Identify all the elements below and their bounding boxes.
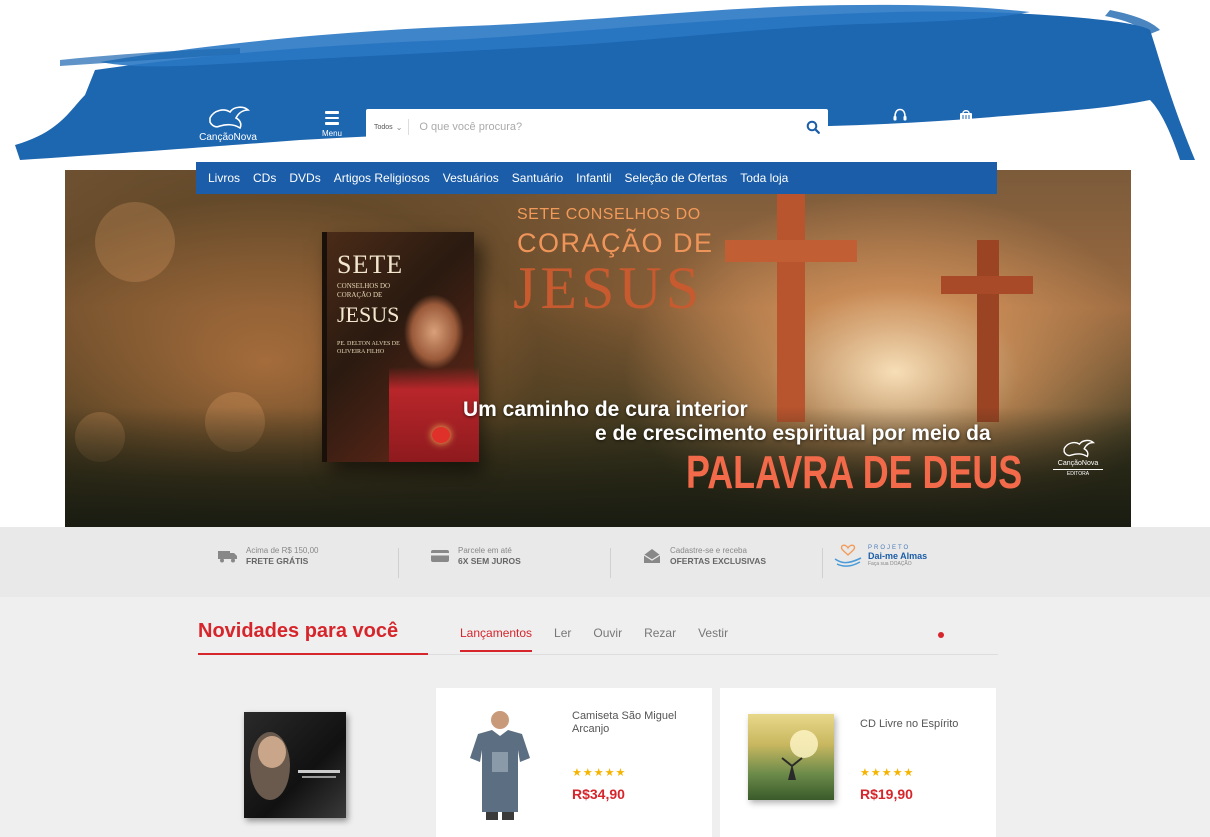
dove-logo-icon (209, 106, 250, 130)
envelope-icon (643, 549, 661, 563)
tab-ouvir[interactable]: Ouvir (593, 626, 622, 652)
bokeh-light (205, 392, 265, 452)
benefits-strip (0, 527, 1210, 597)
section-title-underline (198, 653, 428, 655)
search-category-value: Todos (374, 123, 393, 131)
benefit-3-highlight: OFERTAS EXCLUSIVAS (670, 556, 767, 566)
product-image-shirt[interactable] (464, 706, 536, 822)
book-author: PE. DELTON ALVES DE OLIVEIRA FILHO (337, 341, 400, 355)
sacred-heart-icon (432, 427, 450, 443)
headset-icon (893, 108, 907, 121)
benefit-offers[interactable]: Cadastre-se e receba OFERTAS EXCLUSIVAS (642, 545, 766, 567)
truck-icon (218, 551, 237, 563)
search-bar: Todos ⌄ (366, 109, 828, 145)
search-icon[interactable] (798, 112, 828, 142)
nav-item-infantil[interactable]: Infantil (576, 171, 611, 185)
search-input[interactable] (409, 121, 798, 133)
tshirt-model-image (470, 711, 530, 820)
benefit-divider (610, 548, 611, 578)
dove-logo-icon (1063, 439, 1095, 458)
hero-title-line1: SETE CONSELHOS DO (517, 206, 701, 223)
product-name[interactable]: Camiseta São Miguel Arcanjo (572, 710, 692, 736)
product-price: R$19,90 (860, 786, 913, 802)
benefit-divider (822, 548, 823, 578)
benefit-free-shipping: Acima de R$ 150,00 FRETE GRÁTIS (218, 545, 319, 567)
product-name[interactable]: CD Livre no Espírito (860, 718, 980, 731)
book-cover[interactable]: SETE CONSELHOS DO CORAÇÃO DE JESUS PE. D… (322, 232, 479, 462)
nav-item-santuario[interactable]: Santuário (512, 171, 563, 185)
project-sub: Faça sua DOAÇÃO (868, 561, 912, 567)
category-nav: Livros CDs DVDs Artigos Religiosos Vestu… (196, 162, 997, 194)
album-cover-art (781, 730, 818, 780)
cart-label: Minha (956, 126, 976, 133)
hero-slogan-3: PALAVRA DE DEUS (686, 446, 1023, 498)
editora-logo-text: CançãoNova (1057, 460, 1099, 467)
product-image-cd[interactable] (244, 712, 346, 818)
dai-me-almas-banner[interactable]: PROJETO Dai-me Almas Faça sua DOAÇÃO (833, 543, 927, 569)
product-tabs: Lançamentos Ler Ouvir Rezar Vestir (460, 626, 750, 652)
hero-title-line2: CORAÇÃO DE (517, 228, 714, 258)
bokeh-light (415, 422, 455, 462)
book-title: SETE (337, 250, 404, 279)
product-price: R$34,90 (572, 786, 625, 802)
tab-vestir[interactable]: Vestir (698, 626, 728, 652)
nav-item-cds[interactable]: CDs (253, 171, 276, 185)
logo-text: CançãoNova (199, 132, 257, 143)
nav-item-selecao-ofertas[interactable]: Seleção de Ofertas (625, 171, 728, 185)
product-image-cd[interactable] (748, 714, 834, 800)
nav-item-toda-loja[interactable]: Toda loja (740, 171, 788, 185)
menu-button[interactable]: Menu (314, 108, 350, 148)
tab-ler[interactable]: Ler (554, 626, 571, 652)
hero-banner[interactable]: SETE CONSELHOS DO CORAÇÃO DE JESUS PE. D… (65, 162, 1131, 527)
benefit-divider (398, 548, 399, 578)
hamburger-icon (325, 111, 339, 125)
tab-rezar[interactable]: Rezar (644, 626, 676, 652)
crosses-image (725, 192, 1033, 422)
jesus-portrait (389, 272, 479, 462)
sac-button[interactable]: SAC e Televendas (872, 108, 928, 143)
hero-slogan-2: e de crescimento espiritual por meio da (595, 422, 991, 445)
nav-item-dvds[interactable]: DVDs (289, 171, 320, 185)
album-cover-art (250, 732, 340, 800)
bokeh-light (75, 412, 125, 462)
benefit-2-text: Parcele em até (458, 546, 512, 555)
benefit-1-highlight: FRETE GRÁTIS (246, 556, 309, 566)
benefit-installments: Parcele em até 6X SEM JUROS (430, 545, 521, 567)
hero-title-line3: JESUS (513, 255, 704, 321)
credit-card-icon (431, 550, 449, 562)
section-title: Novidades para você (198, 620, 399, 642)
rating-stars: ★★★★★ (572, 767, 627, 779)
product-card[interactable]: Camiseta São Miguel Arcanjo ★★★★★ R$34,9… (436, 688, 712, 837)
benefit-1-text: Acima de R$ 150,00 (246, 546, 319, 555)
bokeh-light (95, 202, 175, 282)
carousel-dot[interactable] (938, 632, 944, 638)
hero-ground (65, 407, 1131, 527)
book-jesus: JESUS (337, 302, 400, 327)
tab-lancamentos[interactable]: Lançamentos (460, 626, 533, 652)
basket-icon (960, 110, 972, 121)
product-card[interactable]: CD Livre no Espírito ★★★★★ R$19,90 (720, 688, 996, 837)
sac-label: SAC e (889, 126, 911, 133)
sac-label-2: Televendas (882, 135, 918, 142)
editora-logo: CançãoNova EDITORA (1053, 438, 1103, 477)
cart-label-2: Cesta (956, 135, 976, 142)
hands-heart-icon (834, 544, 862, 567)
project-name: Dai-me Almas (868, 551, 928, 561)
editora-logo-sub: EDITORA (1053, 469, 1103, 477)
nav-item-livros[interactable]: Livros (208, 171, 240, 185)
nav-item-artigos-religiosos[interactable]: Artigos Religiosos (334, 171, 430, 185)
search-category-select[interactable]: Todos ⌄ (366, 123, 408, 132)
benefit-2-highlight: 6X SEM JUROS (458, 556, 521, 566)
product-card[interactable] (200, 688, 430, 837)
benefit-3-text: Cadastre-se e receba (670, 546, 747, 555)
hero-slogan-1: Um caminho de cura interior (463, 398, 748, 421)
cart-button[interactable]: Minha Cesta (938, 108, 994, 143)
rating-stars: ★★★★★ (860, 767, 915, 779)
chevron-down-icon: ⌄ (395, 122, 403, 132)
logo[interactable]: CançãoNova (198, 104, 258, 150)
book-subtitle: CONSELHOS DO CORAÇÃO DE (337, 282, 391, 299)
menu-label: Menu (321, 128, 342, 138)
nav-item-vestuarios[interactable]: Vestuários (443, 171, 499, 185)
